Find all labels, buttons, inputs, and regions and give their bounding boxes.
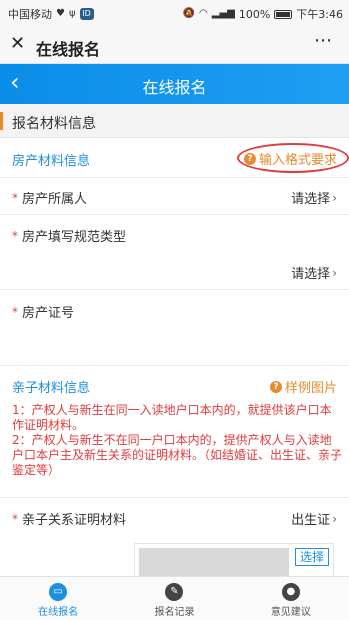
property-type-row[interactable]: * 房产填写规范类型 请选择 › xyxy=(0,215,349,290)
relation-proof-label: * 亲子关系证明材料 xyxy=(12,511,127,529)
tab-label: 报名记录 xyxy=(154,607,195,618)
chevron-right-icon: › xyxy=(332,190,337,205)
chevron-right-icon: › xyxy=(332,511,337,526)
relation-group-header: 亲子材料信息 ? 样例图片 xyxy=(0,366,349,402)
mute-icon: 🔕 xyxy=(182,8,196,19)
status-bar: 中国移动 ♥ ψ ID 🔕 ◠ ▂▄▆ 100% 下午3:46 xyxy=(0,0,349,26)
pen-icon: ✎ xyxy=(165,583,184,601)
section-heading: 报名材料信息 xyxy=(0,104,349,138)
battery-icon xyxy=(274,9,293,19)
wechat-title: 在线报名 xyxy=(36,40,101,59)
property-owner-select[interactable]: 请选择 › xyxy=(291,188,337,208)
required-mark: * xyxy=(12,228,18,243)
page-title: 在线报名 xyxy=(142,78,207,97)
bottom-tab-bar: ▭ 在线报名 ✎ 报名记录 ● 意见建议 xyxy=(0,576,349,620)
required-mark: * xyxy=(12,304,18,319)
more-menu-icon[interactable]: ⋯ xyxy=(314,30,333,51)
app-badge-icon: ID xyxy=(79,8,94,20)
relation-note: 1：产权人与新生在同一入读地户口本内的，就提供该户口本作证明材料。 2：产权人与… xyxy=(12,403,343,477)
required-mark: * xyxy=(12,190,18,205)
tab-label: 意见建议 xyxy=(270,607,311,618)
choose-file-button[interactable]: 选择 xyxy=(295,548,329,566)
carrier-text: 中国移动 xyxy=(8,8,52,21)
section-title: 报名材料信息 xyxy=(12,116,96,132)
tab-feedback[interactable]: ● 意见建议 xyxy=(233,577,349,620)
sample-image-text: 样例图片 xyxy=(284,381,337,396)
sample-image-link[interactable]: ? 样例图片 xyxy=(269,377,337,396)
section-accent-bar xyxy=(0,112,3,130)
wechat-title-bar: ✕ 在线报名 ⋯ xyxy=(0,26,349,64)
battery-text: 100% xyxy=(238,7,271,21)
app-header: ‹ 在线报名 xyxy=(0,64,349,104)
property-group-label: 房产材料信息 xyxy=(12,154,91,169)
clock-text: 下午3:46 xyxy=(296,8,343,21)
question-icon: ? xyxy=(269,380,282,393)
relation-group-label: 亲子材料信息 xyxy=(12,381,91,396)
signal-icon: ▂▄▆ xyxy=(211,8,235,19)
chevron-right-icon: › xyxy=(332,265,337,280)
tab-online-signup[interactable]: ▭ 在线报名 xyxy=(0,577,116,620)
person-icon: ● xyxy=(281,583,300,601)
property-owner-label: * 房产所属人 xyxy=(12,190,88,208)
required-mark: * xyxy=(12,511,18,526)
close-icon[interactable]: ✕ xyxy=(10,34,25,54)
tab-signup-records[interactable]: ✎ 报名记录 xyxy=(116,577,232,620)
usb-icon: ψ xyxy=(68,8,76,19)
tab-label: 在线报名 xyxy=(38,607,79,618)
property-cert-label: * 房产证号 xyxy=(12,304,75,322)
property-owner-row[interactable]: * 房产所属人 请选择 › xyxy=(0,178,349,215)
heart-icon: ♥ xyxy=(56,8,65,19)
property-type-label: * 房产填写规范类型 xyxy=(12,228,127,246)
computer-icon: ▭ xyxy=(49,583,68,601)
highlight-oval xyxy=(237,143,349,173)
property-cert-row[interactable]: * 房产证号 xyxy=(0,290,349,366)
relation-proof-select[interactable]: 出生证 › xyxy=(291,509,337,529)
wifi-icon: ◠ xyxy=(199,8,208,19)
property-type-select[interactable]: 请选择 › xyxy=(291,263,337,283)
